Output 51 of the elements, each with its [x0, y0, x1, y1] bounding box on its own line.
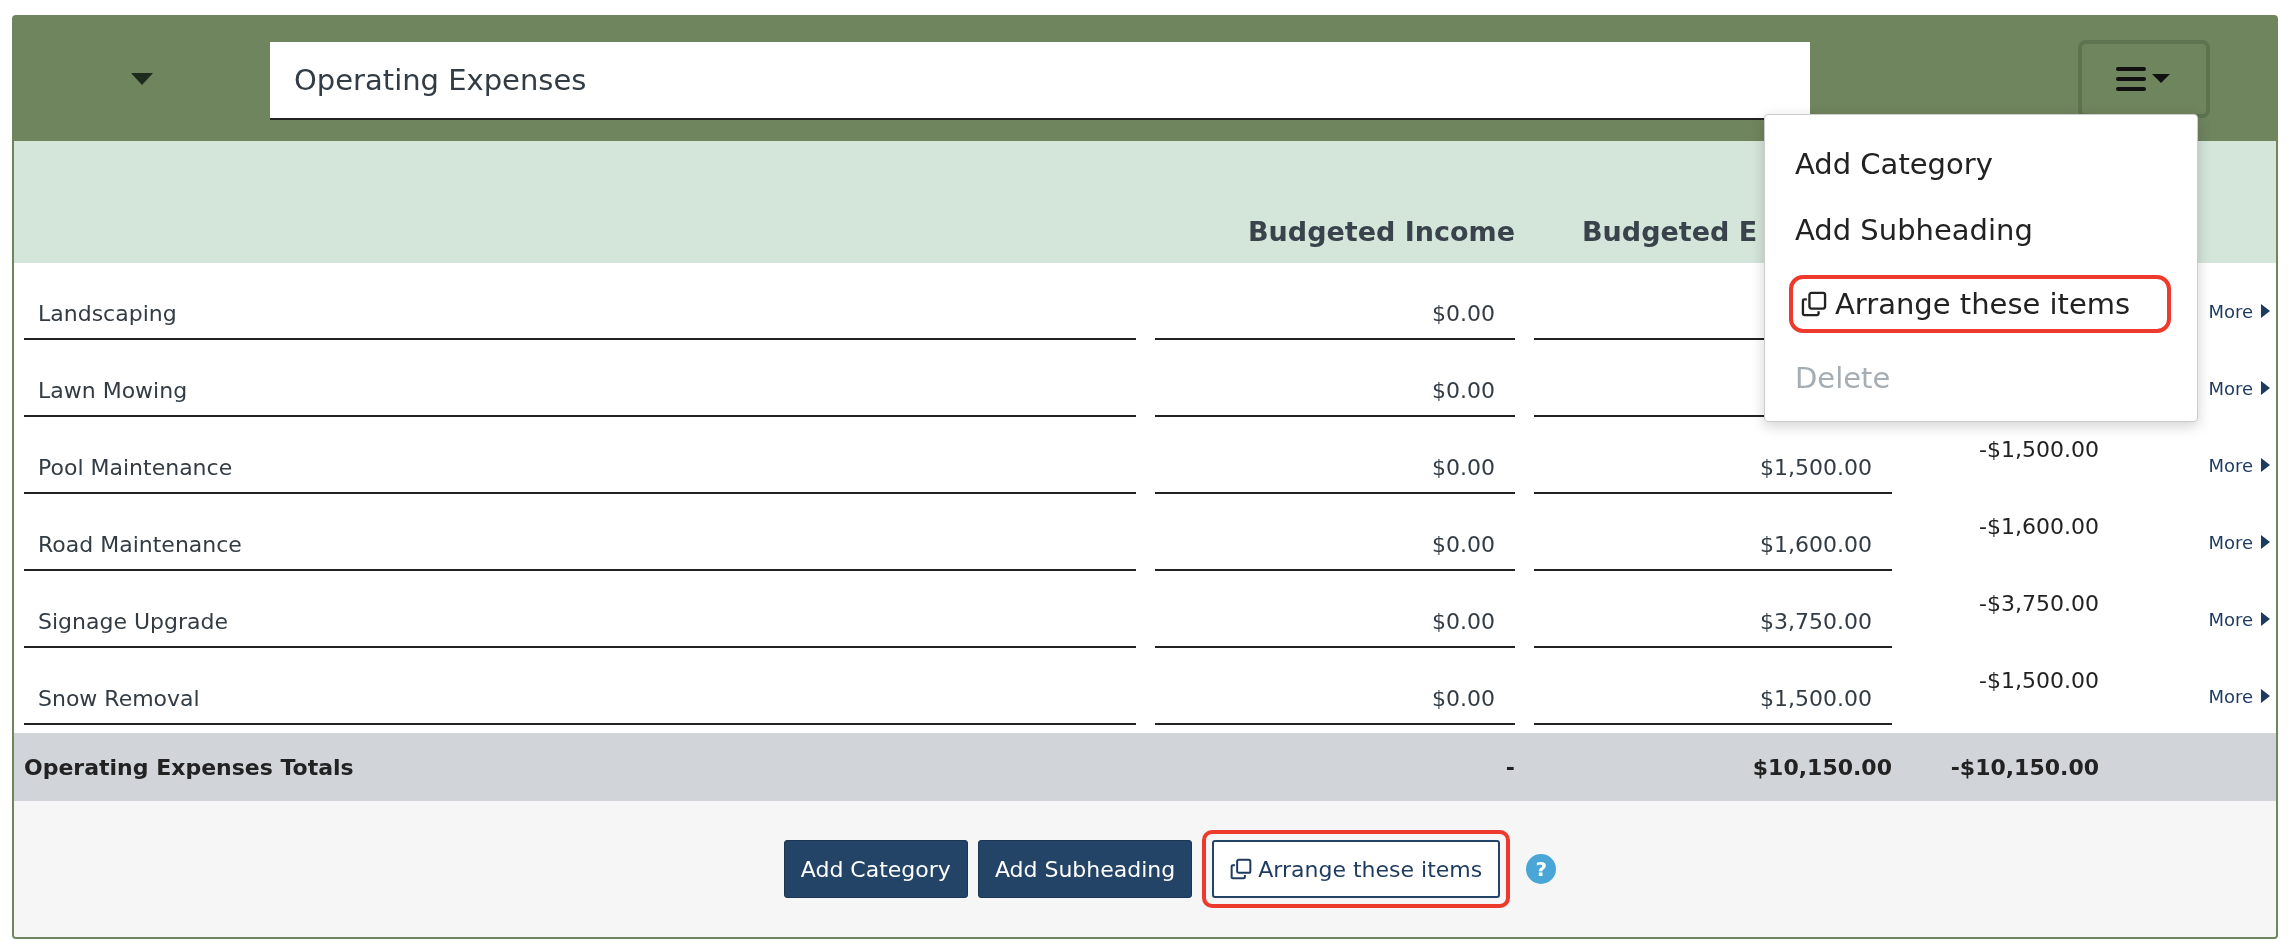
title-field[interactable]: Operating Expenses [270, 42, 1810, 120]
more-link[interactable]: More [2208, 436, 2270, 494]
action-button[interactable]: Add Subheading [977, 840, 1193, 898]
name-field[interactable]: Landscaping [24, 290, 1136, 340]
action-button[interactable]: Add Category [783, 840, 968, 898]
table-cell-text: -$1,600.00 [1978, 513, 2099, 541]
column-header: Budgeted Income [1248, 216, 1515, 247]
more-link[interactable]: More [2208, 590, 2270, 648]
amount-field[interactable]: $0.00 [1155, 290, 1515, 340]
name-field[interactable]: Pool Maintenance [24, 444, 1136, 494]
more-link[interactable]: More [2208, 282, 2270, 340]
menu-item[interactable]: Arrange these items [1789, 275, 2171, 333]
table-cell-text: -$1,500.00 [1978, 667, 2099, 695]
action-button[interactable]: Arrange these items [1212, 840, 1501, 898]
amount-field[interactable]: $0.00 [1155, 367, 1515, 417]
caret-right-icon [2261, 535, 2270, 549]
amount-field[interactable]: $1,600.00 [1534, 521, 1892, 571]
name-field[interactable]: Snow Removal [24, 675, 1136, 725]
menu-item[interactable]: Add Category [1795, 143, 2173, 185]
amount-field[interactable]: $0.00 [1155, 444, 1515, 494]
menu-icon [2116, 64, 2172, 94]
caret-right-icon [2261, 612, 2270, 626]
name-field[interactable]: Lawn Mowing [24, 367, 1136, 417]
table-cell-text: -$10,150.00 [1949, 754, 2099, 780]
more-link[interactable]: More [2208, 513, 2270, 571]
name-field[interactable]: Signage Upgrade [24, 598, 1136, 648]
table-cell-text: -$3,750.00 [1978, 590, 2099, 618]
table-cell-text: $10,150.00 [1751, 754, 1892, 780]
amount-field[interactable]: $0.00 [1155, 521, 1515, 571]
caret-icon[interactable] [131, 73, 153, 85]
caret-right-icon [2261, 689, 2270, 703]
copy-icon [1230, 858, 1253, 880]
menu-item: Delete [1795, 360, 1892, 397]
column-header: Budgeted E [1582, 216, 1758, 247]
amount-field[interactable]: $3,750.00 [1534, 598, 1892, 648]
amount-field[interactable]: $1,500.00 [1534, 675, 1892, 725]
caret-right-icon [2261, 381, 2270, 395]
amount-field[interactable]: $1,500.00 [1534, 444, 1892, 494]
amount-field[interactable]: $0.00 [1155, 598, 1515, 648]
table-cell-text: - [1504, 754, 1515, 780]
menu-button[interactable] [2078, 40, 2210, 118]
more-link[interactable]: More [2208, 359, 2270, 417]
copy-icon [1801, 291, 1827, 317]
name-field[interactable]: Road Maintenance [24, 521, 1136, 571]
table-cell-text: -$1,500.00 [1978, 436, 2099, 464]
caret-right-icon [2261, 304, 2270, 318]
more-link[interactable]: More [2208, 667, 2270, 725]
caret-right-icon [2261, 458, 2270, 472]
amount-field[interactable]: $0.00 [1155, 675, 1515, 725]
totals-label: Operating Expenses Totals [24, 754, 355, 780]
menu-item[interactable]: Add Subheading [1795, 209, 2173, 251]
